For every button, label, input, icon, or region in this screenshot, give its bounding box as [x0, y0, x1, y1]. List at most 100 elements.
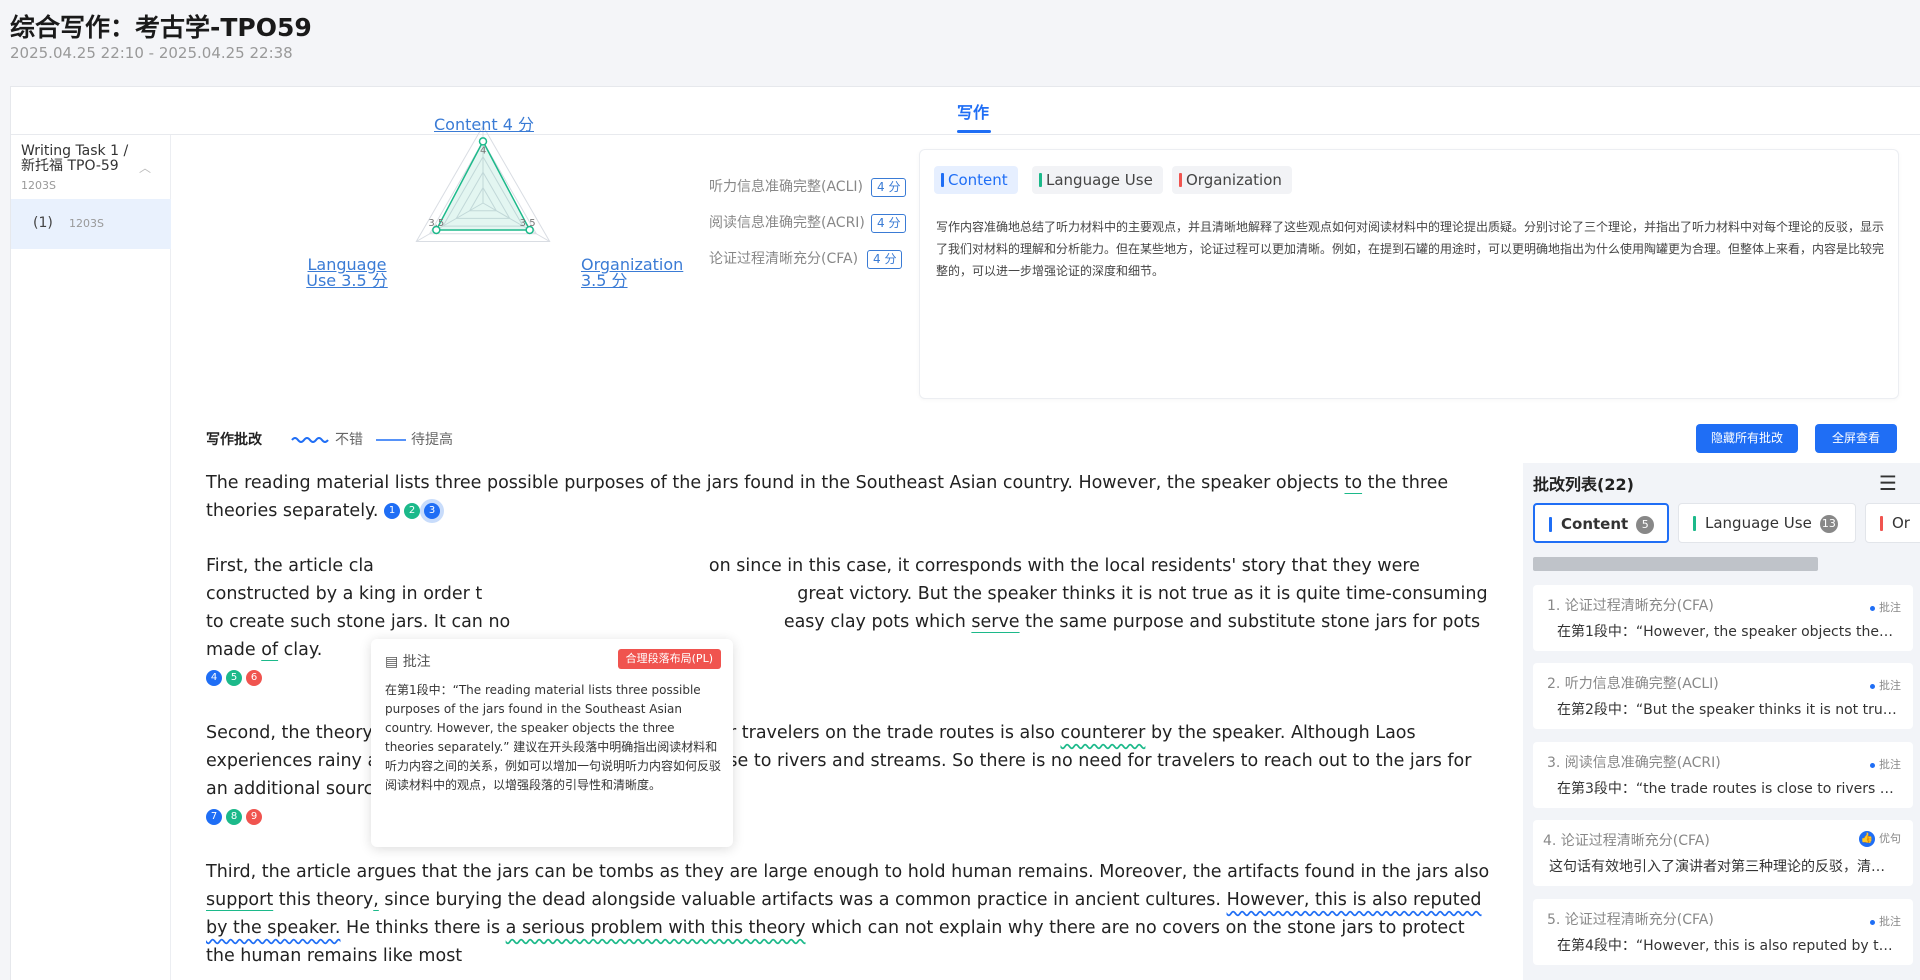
criteria-acli: 听力信息准确完整(ACLI) [709, 179, 863, 195]
tab-active-indicator [957, 130, 991, 133]
list-menu-icon[interactable]: ☰ [1879, 471, 1897, 495]
feedback-tab-content[interactable]: Content [934, 166, 1018, 194]
review-card-text: 在第3段中：“the trade routes is close to rive… [1557, 781, 1897, 797]
annotation-marker-8[interactable]: 8 [226, 809, 242, 825]
annotation-marker-6[interactable]: 6 [246, 670, 262, 686]
review-card-tag: 批注 [1870, 913, 1901, 929]
review-card-text: 在第2段中：“But the speaker thinks it is not … [1557, 702, 1897, 718]
review-tab-label: Language Use [1705, 514, 1812, 532]
review-tab-count: 13 [1819, 515, 1838, 533]
legend-good: 不错 [335, 432, 363, 448]
time-range: 2025.04.25 22:10 - 2025.04.25 22:38 [10, 44, 293, 62]
radar-label-content[interactable]: Content 4 分 [434, 117, 534, 133]
review-tab-label: Content [1561, 515, 1629, 533]
feedback-card: Content Language Use Organization 写作内容准确… [919, 149, 1899, 399]
dot-icon [1870, 762, 1875, 768]
review-section-title: 写作批改 [206, 432, 262, 448]
essay-text-segment: First, the article cla [206, 556, 374, 576]
essay-text-segment: The reading material lists three possibl… [206, 473, 1345, 493]
straight-line-icon [376, 439, 406, 441]
note-icon: ▤ [385, 654, 399, 670]
review-tab-language[interactable]: Language Use 13 [1678, 503, 1856, 543]
review-list-title: 批改列表(22) [1533, 475, 1634, 494]
review-card-4[interactable]: 4. 论证过程清晰充分(CFA) 👍 优句 这句话有效地引入了演讲者对第三种理论的… [1533, 820, 1913, 886]
annotation-marker-5[interactable]: 5 [226, 670, 242, 686]
review-card-title: 3. 阅读信息准确完整(ACRI) [1547, 755, 1721, 771]
popup-title: 批注 [402, 654, 431, 670]
annotated-phrase[interactable]: a serious problem with this theory [506, 918, 806, 938]
review-card-3[interactable]: 3. 阅读信息准确完整(ACRI) 批注 在第3段中：“the trade ro… [1533, 742, 1913, 808]
hide-all-reviews-button[interactable]: 隐藏所有批改 [1696, 424, 1798, 453]
criteria-acri-score: 4 分 [871, 214, 907, 233]
review-card-tag-label: 批注 [1879, 601, 1901, 614]
review-card-tag-label: 优句 [1879, 832, 1901, 845]
review-card-text: 这句话有效地引入了演讲者对第三种理论的反驳，清晰地表达了观点 [1549, 859, 1889, 875]
review-card-5[interactable]: 5. 论证过程清晰充分(CFA) 批注 在第4段中：“However, this… [1533, 899, 1913, 965]
review-card-tag-label: 批注 [1879, 679, 1901, 692]
fullscreen-button[interactable]: 全屏查看 [1815, 424, 1897, 453]
radar-label-language[interactable]: Language Use 3.5 分 [301, 257, 393, 289]
review-card-tag-label: 批注 [1879, 915, 1901, 928]
review-tab-organization[interactable]: Or [1865, 503, 1920, 543]
criteria-cfa-score: 4 分 [867, 250, 903, 269]
essay-text-segment: clay. [278, 640, 323, 660]
review-card-tag-label: 批注 [1879, 758, 1901, 771]
review-card-tag: 批注 [1870, 599, 1901, 615]
annotated-word[interactable]: to [1344, 473, 1362, 493]
legend-improve: 待提高 [411, 432, 453, 448]
criteria-acri: 阅读信息准确完整(ACRI) [709, 215, 865, 231]
feedback-text: 写作内容准确地总结了听力材料中的主要观点，并且清晰地解释了这些观点如何对阅读材料… [936, 220, 1885, 278]
essay-paragraph-4: Third, the article argues that the jars … [206, 858, 1496, 970]
dot-icon [1870, 919, 1875, 925]
feedback-tab-organization[interactable]: Organization [1172, 166, 1292, 194]
annotation-marker-1[interactable]: 1 [384, 503, 401, 519]
annotation-marker-9[interactable]: 9 [246, 809, 262, 825]
dot-icon [1870, 605, 1875, 611]
popup-category-tag: 合理段落布局(PL) [617, 649, 721, 669]
radar-chart: 4 3.5 3.5 [415, 125, 551, 242]
essay-paragraph-1: The reading material lists three possibl… [206, 469, 1496, 525]
review-card-title: 4. 论证过程清晰充分(CFA) [1543, 833, 1710, 849]
essay-text-segment: easy clay pots which [778, 612, 972, 632]
radar-value-content: 4 [480, 145, 486, 156]
radar-value-language: 3.5 [428, 218, 444, 229]
review-card-text: 在第4段中：“However, this is also reputed by … [1557, 938, 1897, 954]
essay-text-segment: He thinks there is [340, 918, 506, 938]
annotated-word[interactable]: support [206, 890, 273, 910]
page-title: 综合写作：考古学-TPO59 [10, 13, 312, 42]
popup-header: ▤ 批注 [385, 651, 431, 671]
review-card-2[interactable]: 2. 听力信息准确完整(ACLI) 批注 在第2段中：“But the spea… [1533, 663, 1913, 729]
review-tab-content[interactable]: Content 5 [1533, 503, 1669, 543]
annotated-word[interactable]: counterer [1060, 723, 1145, 743]
thumbs-up-icon: 👍 [1859, 831, 1875, 847]
feedback-tab-language[interactable]: Language Use [1032, 166, 1163, 194]
review-card-tag: 批注 [1870, 756, 1901, 772]
review-card-title: 1. 论证过程清晰充分(CFA) [1547, 598, 1714, 614]
review-card-tag: 批注 [1870, 677, 1901, 693]
annotated-word[interactable]: serve [971, 612, 1019, 632]
annotation-marker-4[interactable]: 4 [206, 670, 222, 686]
review-card-title: 5. 论证过程清晰充分(CFA) [1547, 912, 1714, 928]
review-card-1[interactable]: 1. 论证过程清晰充分(CFA) 批注 在第1段中：“However, the … [1533, 585, 1913, 651]
annotation-marker-7[interactable]: 7 [206, 809, 222, 825]
annotation-popup: ▤ 批注 合理段落布局(PL) 在第1段中：“The reading mater… [371, 639, 733, 847]
review-tab-count: 5 [1636, 516, 1655, 534]
annotated-word[interactable]: of [261, 640, 278, 660]
review-card-text: 在第1段中：“However, the speaker objects the … [1557, 624, 1897, 640]
page-header: 综合写作：考古学-TPO59 2025.04.25 22:10 - 2025.0… [0, 0, 1920, 86]
annotation-marker-3[interactable]: 3 [424, 503, 441, 519]
radar-point-content [478, 137, 488, 146]
radar-label-organization[interactable]: Organization 3.5 分 [581, 257, 691, 289]
review-list-panel: 批改列表(22) ☰ Content 5 Language Use 13 Or 1.… [1523, 463, 1920, 980]
review-card-tag: 👍 优句 [1859, 830, 1901, 847]
horizontal-scrollbar[interactable] [1533, 557, 1818, 571]
dot-icon [1870, 683, 1875, 689]
popup-body: 在第1段中：“The reading material lists three … [385, 683, 722, 792]
essay-text-segment: this theory [273, 890, 374, 910]
tab-write[interactable]: 写作 [957, 99, 989, 123]
criteria-acli-score: 4 分 [871, 178, 907, 197]
essay-text-segment: Third, the article argues that the jars … [206, 862, 1490, 882]
review-card-title: 2. 听力信息准确完整(ACLI) [1547, 676, 1719, 692]
annotation-marker-2[interactable]: 2 [404, 503, 421, 519]
main-frame: 写作 Writing Task 1 / 新托福 TPO-59 1203S ︿ (… [10, 86, 1920, 980]
